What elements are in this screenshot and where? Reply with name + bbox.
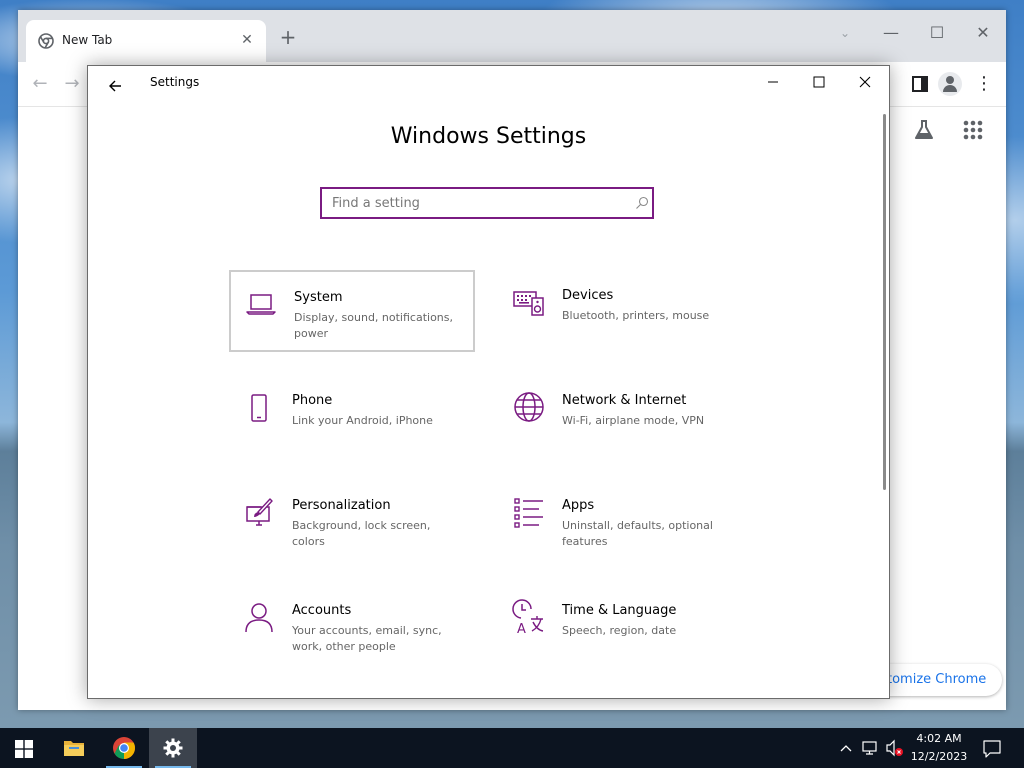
globe-icon: [514, 392, 544, 422]
person-icon: [245, 603, 273, 633]
profile-avatar-icon[interactable]: [938, 72, 962, 96]
category-description: Link your Android, iPhone: [292, 414, 433, 427]
clock-time: 4:02 AM: [916, 732, 962, 745]
category-name: Phone: [292, 393, 333, 408]
chrome-icon: [113, 737, 135, 759]
side-panel-icon[interactable]: [908, 72, 932, 96]
chrome-taskbar-button[interactable]: [100, 728, 148, 768]
category-description: Wi-Fi, airplane mode, VPN: [562, 414, 705, 427]
maximize-icon[interactable]: [796, 66, 842, 98]
customize-chrome-label: tomize Chrome: [887, 672, 987, 687]
chrome-minimize-icon[interactable]: —: [876, 18, 906, 48]
time-language-icon: A: [512, 599, 544, 635]
category-name: Time & Language: [562, 603, 677, 618]
customize-chrome-button[interactable]: tomize Chrome: [873, 664, 1003, 696]
category-name: Devices: [562, 288, 614, 303]
tab-search-chevron-icon[interactable]: ⌄: [830, 18, 860, 48]
forward-arrow-icon[interactable]: →: [60, 72, 84, 96]
settings-taskbar-button[interactable]: [149, 728, 197, 768]
clock-date: 12/2/2023: [910, 750, 968, 763]
category-name: Apps: [562, 498, 595, 513]
category-network-internet[interactable]: Network & Internet Wi-Fi, airplane mode,…: [499, 375, 745, 457]
search-input[interactable]: [322, 189, 622, 217]
category-description: Bluetooth, printers, mouse: [562, 309, 710, 322]
category-description: Background, lock screen, colors: [292, 519, 431, 548]
category-apps[interactable]: Apps Uninstall, defaults, optional featu…: [499, 480, 745, 562]
phone-icon: [251, 394, 267, 422]
start-button[interactable]: [0, 728, 48, 768]
search-box: [320, 187, 654, 219]
scrollbar[interactable]: [883, 114, 886, 490]
taskbar: 4:02 AM 12/2/2023: [0, 728, 1024, 768]
paint-brush-icon: [246, 498, 273, 526]
network-icon[interactable]: [860, 728, 882, 768]
laptop-icon: [246, 294, 276, 315]
minimize-icon[interactable]: [750, 66, 796, 98]
category-name: Accounts: [292, 603, 352, 618]
category-name: Personalization: [292, 498, 391, 513]
svg-text:A: A: [517, 622, 526, 635]
close-icon[interactable]: [842, 66, 888, 98]
gear-icon: [163, 738, 183, 758]
folder-icon: [64, 741, 84, 756]
category-description: Your accounts, email, sync, work, other …: [292, 624, 442, 653]
keyboard-speaker-icon: [513, 291, 544, 316]
back-arrow-icon[interactable]: ←: [28, 72, 52, 96]
chrome-tab-title: New Tab: [62, 33, 113, 47]
chrome-labs-flask-icon[interactable]: [912, 118, 936, 142]
windows-logo-icon: [15, 740, 33, 758]
category-personalization[interactable]: Personalization Background, lock screen,…: [229, 480, 475, 562]
category-system[interactable]: System Display, sound, notifications, po…: [229, 270, 475, 352]
category-phone[interactable]: Phone Link your Android, iPhone: [229, 375, 475, 457]
category-time-language[interactable]: A Time & Language Speech, region, date: [499, 585, 745, 667]
category-devices[interactable]: Devices Bluetooth, printers, mouse: [499, 270, 745, 352]
search-icon[interactable]: [634, 195, 650, 211]
apps-list-icon: [514, 498, 543, 528]
chrome-close-icon[interactable]: ✕: [968, 18, 998, 48]
system-clock[interactable]: 4:02 AM 12/2/2023: [906, 730, 972, 766]
chrome-maximize-icon[interactable]: ☐: [922, 18, 952, 48]
page-title: Windows Settings: [390, 124, 587, 149]
back-arrow-icon[interactable]: [102, 72, 130, 100]
settings-window: Settings Windows Settings System Display…: [87, 65, 890, 699]
category-name: System: [294, 290, 343, 305]
google-apps-grid-icon[interactable]: [961, 118, 985, 142]
category-description: Uninstall, defaults, optional features: [562, 519, 713, 548]
category-description: Speech, region, date: [562, 624, 677, 637]
close-tab-icon[interactable]: ✕: [238, 31, 256, 49]
window-title: Settings: [150, 75, 200, 89]
more-menu-icon[interactable]: ⋮: [972, 72, 996, 96]
file-explorer-button[interactable]: [50, 728, 98, 768]
chrome-tab-strip: New Tab ✕ + ⌄ — ☐ ✕: [18, 10, 1006, 62]
chrome-tab-new-tab[interactable]: New Tab ✕: [26, 20, 266, 62]
category-description: Display, sound, notifications, power: [294, 311, 454, 340]
show-hidden-icons-chevron-icon[interactable]: [836, 728, 856, 768]
action-center-icon[interactable]: [980, 728, 1004, 768]
new-tab-button[interactable]: +: [276, 26, 300, 50]
volume-muted-icon[interactable]: [884, 728, 906, 768]
chrome-logo-icon: [38, 33, 54, 49]
category-accounts[interactable]: Accounts Your accounts, email, sync, wor…: [229, 585, 475, 667]
category-name: Network & Internet: [562, 393, 687, 408]
